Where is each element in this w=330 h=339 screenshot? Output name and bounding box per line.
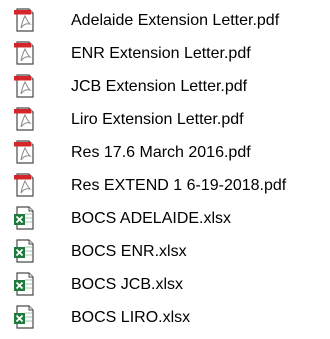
file-name: BOCS LIRO.xlsx <box>71 309 191 326</box>
excel-icon <box>12 205 38 231</box>
file-item-bocs-jcb[interactable]: BOCS JCB.xlsx <box>0 269 330 301</box>
pdf-icon <box>12 40 38 66</box>
file-item-bocs-adelaide[interactable]: BOCS ADELAIDE.xlsx <box>0 203 330 235</box>
pdf-icon <box>12 7 38 33</box>
file-name: BOCS ENR.xlsx <box>71 243 187 260</box>
file-name: Adelaide Extension Letter.pdf <box>71 12 280 29</box>
file-item-bocs-enr[interactable]: BOCS ENR.xlsx <box>0 236 330 268</box>
file-item-jcb-extension-letter[interactable]: JCB Extension Letter.pdf <box>0 71 330 103</box>
file-name: BOCS ADELAIDE.xlsx <box>71 210 232 227</box>
file-item-bocs-liro[interactable]: BOCS LIRO.xlsx <box>0 302 330 334</box>
excel-icon <box>12 304 38 330</box>
file-name: Res EXTEND 1 6-19-2018.pdf <box>71 177 287 194</box>
file-item-res-extend-1[interactable]: Res EXTEND 1 6-19-2018.pdf <box>0 170 330 202</box>
file-name: ENR Extension Letter.pdf <box>71 45 251 62</box>
file-name: Res 17.6 March 2016.pdf <box>71 144 251 161</box>
file-name: Liro Extension Letter.pdf <box>71 111 244 128</box>
pdf-icon <box>12 73 38 99</box>
excel-icon <box>12 238 38 264</box>
file-item-enr-extension-letter[interactable]: ENR Extension Letter.pdf <box>0 38 330 70</box>
file-list: Adelaide Extension Letter.pdf ENR Extens… <box>0 0 330 339</box>
pdf-icon <box>12 172 38 198</box>
file-item-liro-extension-letter[interactable]: Liro Extension Letter.pdf <box>0 104 330 136</box>
pdf-icon <box>12 139 38 165</box>
excel-icon <box>12 271 38 297</box>
file-item-res-17-6-march-2016[interactable]: Res 17.6 March 2016.pdf <box>0 137 330 169</box>
file-name: BOCS JCB.xlsx <box>71 276 184 293</box>
file-name: JCB Extension Letter.pdf <box>71 78 248 95</box>
pdf-icon <box>12 106 38 132</box>
file-item-adelaide-extension-letter[interactable]: Adelaide Extension Letter.pdf <box>0 5 330 37</box>
